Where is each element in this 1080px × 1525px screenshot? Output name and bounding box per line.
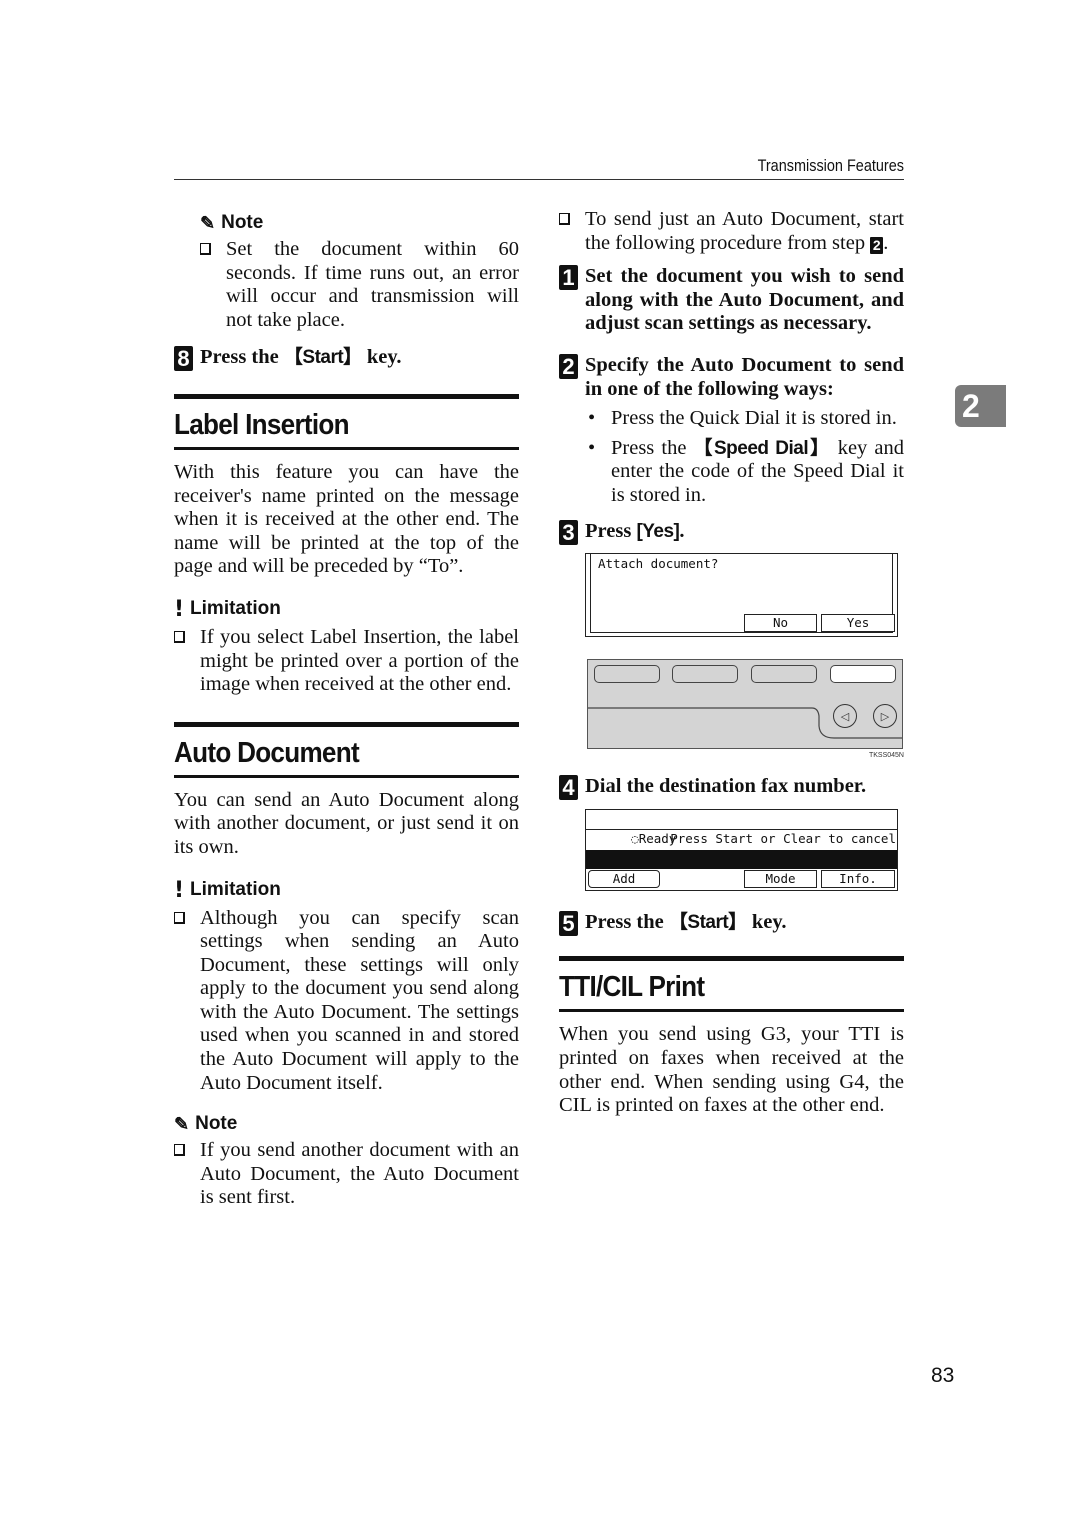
limitation-item: Although you can specify scan settings w…: [174, 907, 519, 1096]
note-item: Set the document within 60 seconds. If t…: [200, 238, 519, 332]
pencil-icon: ✎: [174, 1113, 190, 1134]
step-number-badge: 8: [174, 346, 193, 372]
control-panel-illustration: ◁ ▷: [587, 659, 903, 750]
no-button[interactable]: No: [744, 614, 817, 633]
start-key: 【Start】: [668, 911, 747, 933]
info-button[interactable]: Info.: [821, 869, 895, 888]
note-heading: ✎ Note: [174, 1113, 238, 1135]
note-item: If you send another document with an Aut…: [174, 1139, 519, 1210]
step-8: 8 Press the 【Start】 key.: [174, 346, 519, 372]
header-rule: [174, 179, 904, 180]
exclamation-icon: !: [174, 877, 185, 903]
step-2: 2 Specify the Auto Document to send in o…: [559, 353, 904, 401]
fax-status-screen: ◌ReadyPress Start or Clear to cancel Mem…: [585, 808, 898, 943]
label-insertion-section: Label Insertion With this feature you ca…: [174, 393, 519, 697]
status-row: ◌Ready Press Start or Clear to cancel: [586, 810, 897, 846]
section-rule: [174, 446, 519, 450]
dialog-message: Attach document?: [598, 556, 719, 572]
page-number: 83: [931, 1364, 955, 1387]
speed-dial-key: 【Speed Dial】: [693, 437, 832, 459]
section-body: When you send using G3, your TTI is prin…: [559, 1023, 904, 1117]
section-title: TTI/CIL Print: [559, 971, 705, 1004]
memory-row: Memory Trans.99%: [586, 830, 897, 866]
checkbox-bullet-icon: [174, 1144, 185, 1157]
checkbox-bullet-icon: [200, 243, 211, 255]
section-rule: [174, 774, 519, 778]
checkbox-bullet-icon: [174, 911, 185, 924]
step-2-options: Press the Quick Dial it is stored in. Pr…: [585, 407, 904, 507]
running-header: Transmission Features: [757, 156, 904, 175]
right-column: To send just an Auto Document, start the…: [559, 208, 904, 1118]
checkbox-bullet-icon: [174, 630, 185, 643]
list-item: Press the 【Speed Dial】 key and enter the…: [585, 437, 904, 508]
fax-number-field[interactable]: 4471226231_: [631, 890, 714, 905]
add-button[interactable]: Add: [588, 869, 660, 888]
step-3: 3 Press [Yes].: [559, 519, 904, 545]
limitation-heading: ! Limitation: [174, 877, 281, 903]
tti-cil-section: TTI/CIL Print When you send using G3, yo…: [559, 956, 904, 1117]
attach-document-screen: Attach document? No Yes: [585, 553, 898, 638]
step-number-badge: 2: [559, 353, 578, 379]
step-1: 1 Set the document you wish to send alon…: [559, 265, 904, 336]
step-4: 4 Dial the destination fax number.: [559, 775, 904, 801]
note-heading: ✎ Note: [200, 212, 264, 233]
panel-divider: [588, 707, 902, 739]
step-5: 5 Press the 【Start】 key.: [559, 910, 904, 936]
chapter-tab: 2: [955, 385, 1006, 427]
section-rule: [559, 1009, 904, 1013]
checkbox-bullet-icon: [559, 213, 570, 225]
section-title: Auto Document: [174, 736, 360, 769]
note-callout: ✎ Note Set the document within 60 second…: [200, 212, 519, 332]
exclamation-icon: !: [174, 596, 185, 622]
right-arrow-key[interactable]: ▷: [873, 704, 897, 729]
figure-code: TKSS045N: [868, 752, 904, 760]
step-number-badge: 4: [559, 775, 578, 801]
start-key: 【Start】: [283, 347, 362, 369]
left-column: ✎ Note Set the document within 60 second…: [174, 212, 519, 1210]
step-number-badge: 3: [559, 519, 578, 545]
auto-document-section: Auto Document You can send an Auto Docum…: [174, 721, 519, 1210]
section-rule: [174, 721, 519, 727]
left-arrow-key[interactable]: ◁: [833, 704, 857, 729]
section-body: With this feature you can have the recei…: [174, 460, 519, 578]
section-body: You can send an Auto Document along with…: [174, 788, 519, 858]
step-number-badge: 1: [559, 265, 578, 291]
list-item: Press the Quick Dial it is stored in.: [585, 407, 904, 431]
limitation-callout: ! Limitation If you select Label Inserti…: [174, 597, 519, 697]
note-callout: ✎ Note If you send another document with…: [174, 1113, 519, 1210]
limitation-heading: ! Limitation: [174, 596, 281, 622]
section-title: Label Insertion: [174, 408, 350, 441]
limitation-callout: ! Limitation Although you can specify sc…: [174, 878, 519, 1096]
yes-key: [Yes]: [636, 520, 680, 542]
limitation-item: If you select Label Insertion, the label…: [174, 626, 519, 697]
step-number-badge: 5: [559, 910, 578, 936]
pencil-icon: ✎: [200, 212, 216, 233]
section-rule: [174, 393, 519, 399]
mode-button[interactable]: Mode: [744, 869, 817, 888]
yes-button[interactable]: Yes: [821, 614, 895, 633]
step-reference-badge: 2: [870, 236, 884, 254]
destination-row: ☎ 4471226231_ Dest: 1: [586, 849, 897, 943]
intro-item: To send just an Auto Document, start the…: [559, 208, 904, 255]
